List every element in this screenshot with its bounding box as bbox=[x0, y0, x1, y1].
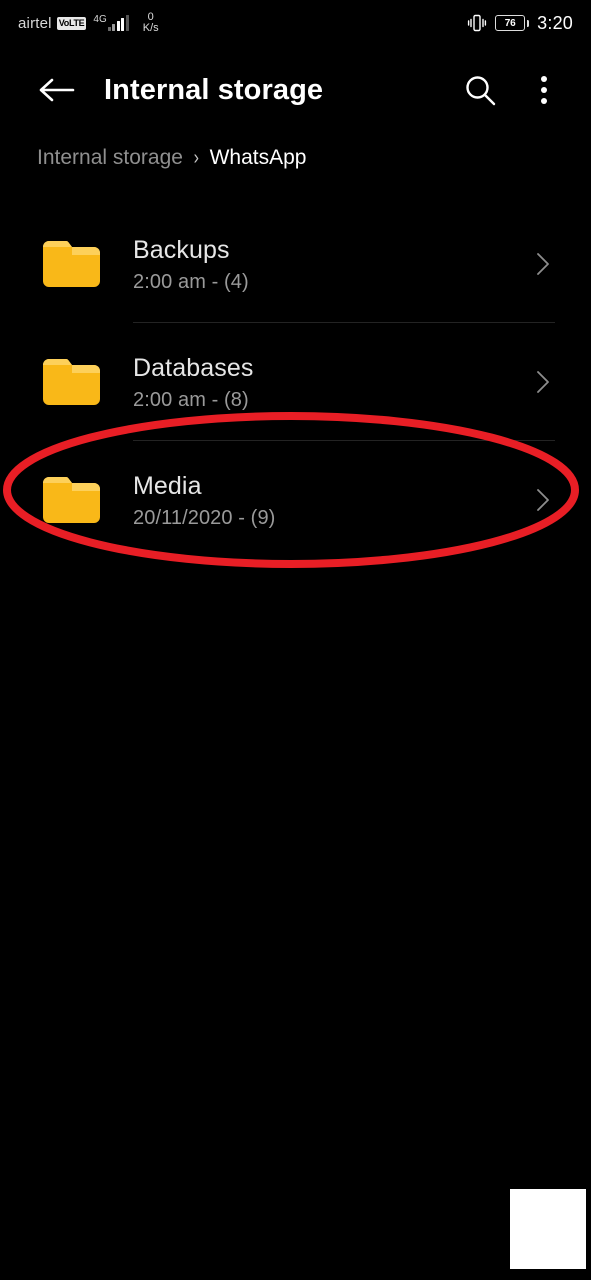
folder-icon bbox=[39, 355, 104, 409]
breadcrumb-separator-icon: › bbox=[193, 146, 199, 169]
more-vertical-icon bbox=[541, 76, 547, 104]
file-list: Backups 2:00 am - (4) Databases 2:00 am … bbox=[0, 205, 591, 559]
network-type-label: 4G bbox=[93, 14, 107, 25]
status-bar-left: airtel VoLTE 4G 0 K/s bbox=[18, 12, 159, 34]
carrier-label: airtel bbox=[18, 14, 52, 32]
battery-icon: 76 bbox=[495, 15, 530, 31]
chevron-right-icon bbox=[530, 251, 556, 277]
signal-indicator: 4G bbox=[93, 14, 129, 31]
back-button[interactable] bbox=[26, 59, 88, 121]
row-text: Media 20/11/2020 - (9) bbox=[133, 472, 275, 529]
row-text: Databases 2:00 am - (8) bbox=[133, 354, 253, 411]
page-title: Internal storage bbox=[104, 73, 324, 106]
app-bar: Internal storage bbox=[0, 55, 591, 125]
data-rate-indicator: 0 K/s bbox=[143, 12, 159, 34]
data-rate-unit: K/s bbox=[142, 22, 159, 34]
back-arrow-icon bbox=[39, 78, 75, 102]
breadcrumb: Internal storage › WhatsApp bbox=[37, 146, 307, 170]
white-overlay-box bbox=[510, 1189, 586, 1269]
chevron-right-icon bbox=[530, 487, 556, 513]
chevron-right-icon bbox=[530, 369, 556, 395]
overflow-menu-button[interactable] bbox=[519, 65, 569, 115]
app-bar-actions bbox=[455, 65, 591, 115]
search-icon bbox=[466, 76, 496, 106]
status-bar: airtel VoLTE 4G 0 K/s 76 3:20 bbox=[0, 0, 591, 46]
status-clock: 3:20 bbox=[537, 12, 573, 33]
search-button[interactable] bbox=[455, 65, 505, 115]
folder-name: Backups bbox=[133, 235, 230, 264]
breadcrumb-current[interactable]: WhatsApp bbox=[210, 146, 307, 170]
signal-bars-icon bbox=[107, 15, 129, 31]
battery-percent-label: 76 bbox=[504, 17, 516, 29]
folder-meta: 20/11/2020 - (9) bbox=[133, 506, 276, 529]
folder-icon bbox=[39, 473, 104, 527]
folder-meta: 2:00 am - (4) bbox=[133, 270, 249, 293]
folder-name: Databases bbox=[133, 353, 254, 382]
folder-meta: 2:00 am - (8) bbox=[133, 388, 249, 411]
table-row[interactable]: Backups 2:00 am - (4) bbox=[0, 205, 591, 323]
breadcrumb-root[interactable]: Internal storage bbox=[37, 146, 183, 170]
table-row[interactable]: Media 20/11/2020 - (9) bbox=[0, 441, 591, 559]
vibrate-icon bbox=[467, 14, 487, 32]
table-row[interactable]: Databases 2:00 am - (8) bbox=[0, 323, 591, 441]
row-text: Backups 2:00 am - (4) bbox=[133, 236, 249, 293]
status-bar-right: 76 3:20 bbox=[467, 13, 573, 34]
folder-name: Media bbox=[133, 471, 202, 500]
folder-icon bbox=[39, 237, 104, 291]
volte-badge: VoLTE bbox=[56, 16, 87, 30]
